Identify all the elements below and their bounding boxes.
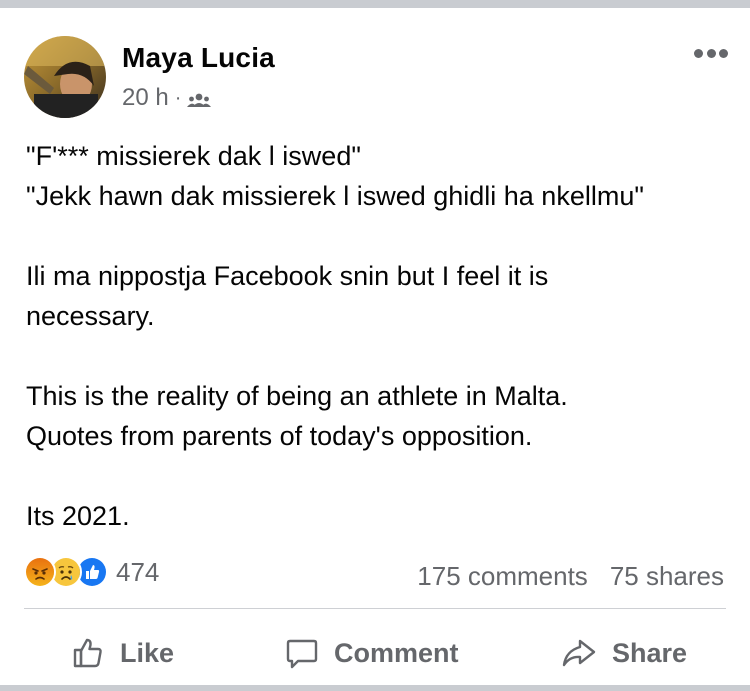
post-actions: Like Comment Share <box>0 628 750 678</box>
post-text: "F'*** missierek dak l iswed" "Jekk hawn… <box>26 136 736 536</box>
post-text-line <box>26 336 736 376</box>
meta-separator: · <box>174 86 182 109</box>
angry-reaction-icon <box>24 556 56 588</box>
post-text-line: Ili ma nippostja Facebook snin but I fee… <box>26 261 549 291</box>
comment-label: Comment <box>334 637 459 668</box>
post-author-name[interactable]: Maya Lucia <box>122 42 275 74</box>
more-dot <box>706 48 716 58</box>
comments-count[interactable]: 175 comments <box>417 561 588 592</box>
reactions-summary[interactable]: 474 <box>24 556 159 588</box>
like-label: Like <box>120 637 175 668</box>
comment-icon <box>286 639 318 669</box>
post-timestamp[interactable]: 20 h <box>122 84 169 112</box>
post-text-line <box>26 216 736 256</box>
like-button[interactable]: Like <box>70 628 174 678</box>
share-icon <box>562 639 596 667</box>
post-text-line: This is the reality of being an athlete … <box>26 381 568 411</box>
more-horizontal-icon[interactable] <box>694 46 728 60</box>
reaction-count: 474 <box>116 556 160 587</box>
engagement-counts: 175 comments 75 shares <box>417 561 724 592</box>
post-text-line: necessary. <box>26 301 155 331</box>
more-dot <box>694 48 703 58</box>
post-text-line: Its 2021. <box>26 501 130 531</box>
post-meta: 20 h · <box>122 84 212 112</box>
avatar[interactable] <box>24 36 106 118</box>
post-card: Maya Lucia 20 h · "F'*** missierek dak l… <box>0 8 750 685</box>
comment-button[interactable]: Comment <box>284 628 459 678</box>
share-button[interactable]: Share <box>560 628 687 678</box>
actions-divider <box>24 608 726 609</box>
post-text-line <box>26 456 736 496</box>
post-text-line: "F'*** missierek dak l iswed" <box>26 141 361 171</box>
post-text-line: "Jekk hawn dak missierek l iswed ghidli … <box>26 181 644 211</box>
friends-icon[interactable] <box>187 89 212 107</box>
more-dot <box>719 48 728 58</box>
feed-separator-bottom <box>0 685 750 691</box>
feed-separator-top <box>0 0 750 8</box>
shares-count[interactable]: 75 shares <box>610 561 724 592</box>
share-label: Share <box>612 637 688 668</box>
post-text-line: Quotes from parents of today's oppositio… <box>26 421 533 451</box>
like-icon <box>73 638 102 668</box>
